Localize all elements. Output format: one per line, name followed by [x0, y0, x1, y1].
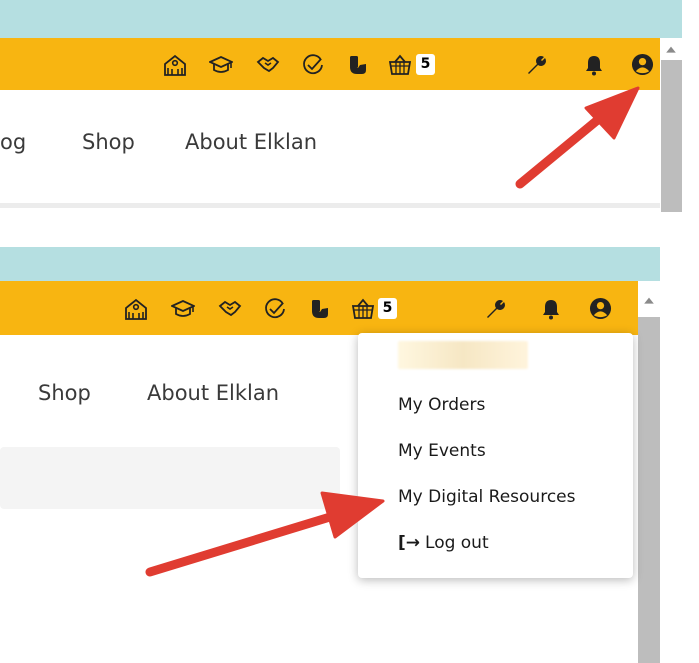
arrow-annotation [515, 86, 640, 189]
arrow-annotation [145, 491, 385, 577]
bottom-screenshot-panel: 5 Shop About Elklan My Orders My Events … [0, 247, 660, 663]
top-screenshot-panel: 5 og Shop About Elklan [0, 0, 682, 212]
